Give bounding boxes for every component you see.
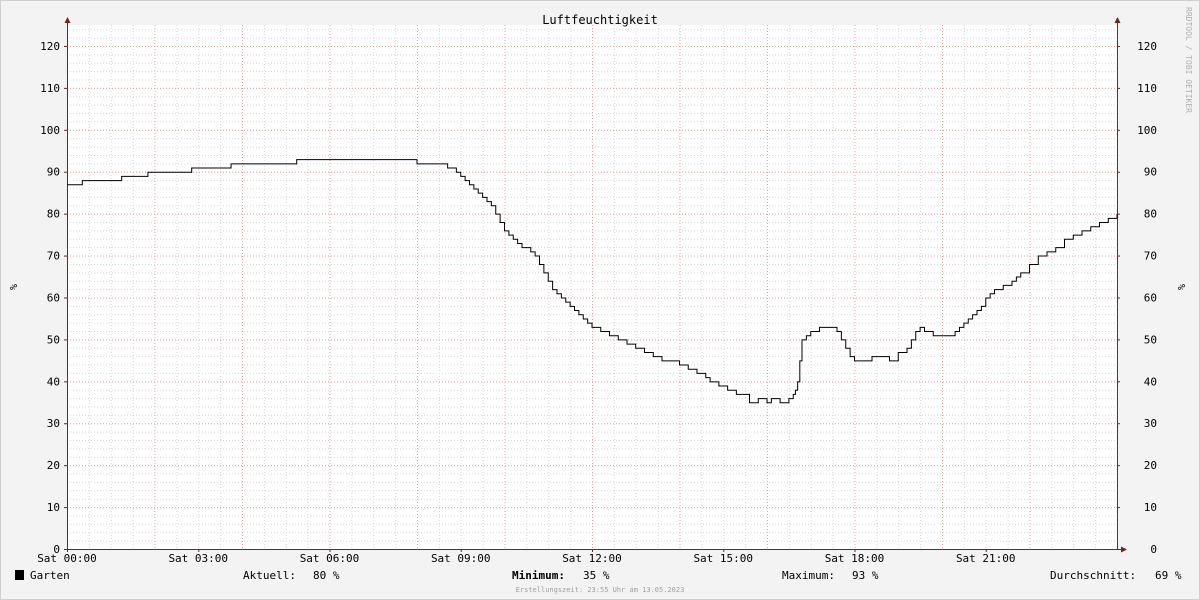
legend-minimum-value: 35 % [583, 569, 610, 582]
y-tick-label-right: 30 [1144, 417, 1157, 430]
x-tick-label: Sat 21:00 [956, 552, 1016, 565]
y-tick-label: 60 [47, 291, 60, 304]
y-tick-label: 110 [40, 82, 60, 95]
y-tick-label-right: 50 [1144, 333, 1157, 346]
y-tick-label-right: 90 [1144, 166, 1157, 179]
y-tick-label: 30 [47, 417, 60, 430]
y-tick-label: 50 [47, 333, 60, 346]
chart-title: Luftfeuchtigkeit [542, 13, 658, 27]
footer-erstellungszeit: Erstellungszeit: 23:55 Uhr am 13.05.2023 [516, 586, 685, 594]
x-tick-label: Sat 18:00 [825, 552, 885, 565]
legend-aktuell-label: Aktuell: [243, 569, 296, 582]
legend-aktuell-value: 80 % [313, 569, 340, 582]
legend-series-name: Garten [30, 569, 70, 582]
humidity-chart: 0102030405060708090100110120 01020304050… [0, 0, 1200, 600]
y-tick-label-right: 70 [1144, 250, 1157, 263]
y-axis-label-left: % [7, 284, 18, 290]
y-tick-label-right: 10 [1144, 501, 1157, 514]
legend-minimum-label: Minimum: [512, 569, 565, 582]
y-tick-label: 100 [40, 124, 60, 137]
y-tick-label-right: 100 [1137, 124, 1157, 137]
x-tick-label: Sat 00:00 [37, 552, 97, 565]
y-tick-label-right: 120 [1137, 40, 1157, 53]
y-tick-label-right: 80 [1144, 208, 1157, 221]
rrdtool-watermark: RRDTOOL / TOBI OETIKER [1184, 7, 1193, 113]
y-tick-label: 20 [47, 459, 60, 472]
x-tick-label: Sat 09:00 [431, 552, 491, 565]
y-axis-label-right: % [1175, 284, 1186, 290]
y-tick-label: 120 [40, 40, 60, 53]
y-tick-label-right: 0 [1150, 543, 1157, 556]
y-tick-label-right: 40 [1144, 375, 1157, 388]
x-tick-label: Sat 12:00 [562, 552, 622, 565]
y-tick-label: 10 [47, 501, 60, 514]
legend-durchschnitt-value: 69 % [1155, 569, 1182, 582]
y-tick-label-right: 20 [1144, 459, 1157, 472]
y-tick-label: 70 [47, 250, 60, 263]
x-tick-label: Sat 15:00 [693, 552, 753, 565]
legend-maximum-label: Maximum: [782, 569, 835, 582]
x-tick-label: Sat 03:00 [168, 552, 228, 565]
y-tick-label: 80 [47, 208, 60, 221]
y-tick-label-right: 110 [1137, 82, 1157, 95]
legend-maximum-value: 93 % [852, 569, 879, 582]
legend-durchschnitt-label: Durchschnitt: [1050, 569, 1136, 582]
legend-swatch-garten [15, 570, 24, 580]
y-tick-label: 90 [47, 166, 60, 179]
x-tick-label: Sat 06:00 [300, 552, 360, 565]
y-tick-label-right: 60 [1144, 291, 1157, 304]
y-tick-label: 40 [47, 375, 60, 388]
